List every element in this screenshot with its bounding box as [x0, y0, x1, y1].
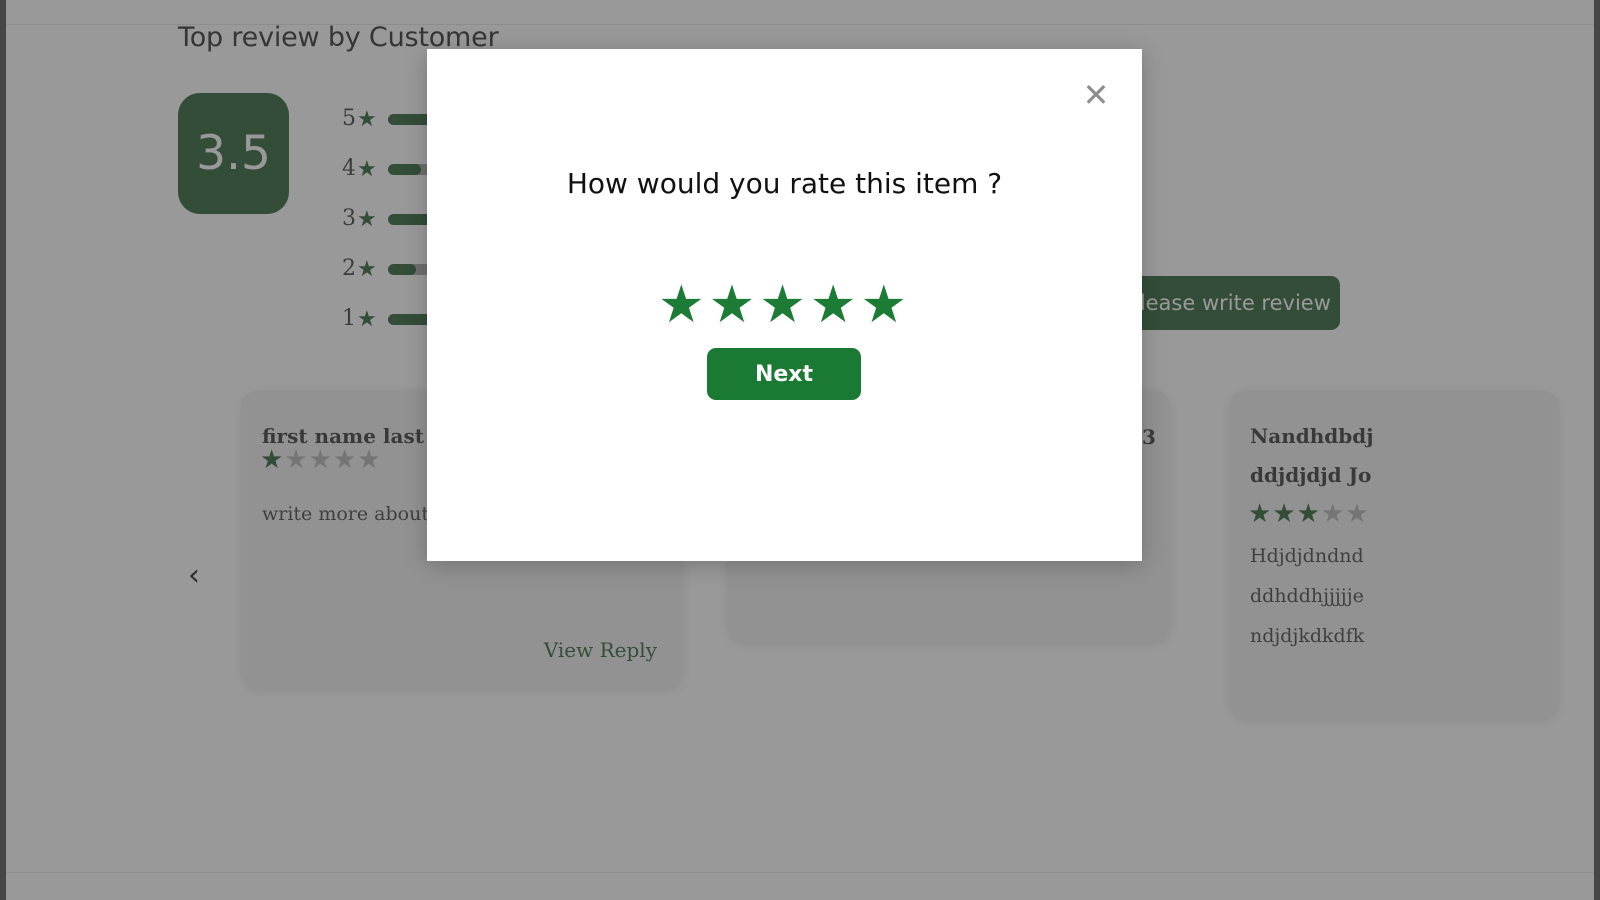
next-button[interactable]: Next	[707, 348, 861, 400]
star-icon[interactable]: ★	[759, 276, 810, 334]
rate-item-modal: ✕ How would you rate this item ? ★★★★★ N…	[427, 49, 1142, 561]
modal-question: How would you rate this item ?	[566, 167, 1003, 200]
star-icon[interactable]: ★	[709, 276, 760, 334]
star-icon[interactable]: ★	[810, 276, 861, 334]
star-icon[interactable]: ★	[658, 276, 709, 334]
star-icon[interactable]: ★	[860, 276, 911, 334]
app-root: Top review by Customer 3.5 5 ★ 4 ★ 3	[0, 0, 1600, 900]
close-icon[interactable]: ✕	[1078, 77, 1114, 113]
rating-star-picker[interactable]: ★★★★★	[427, 279, 1142, 331]
